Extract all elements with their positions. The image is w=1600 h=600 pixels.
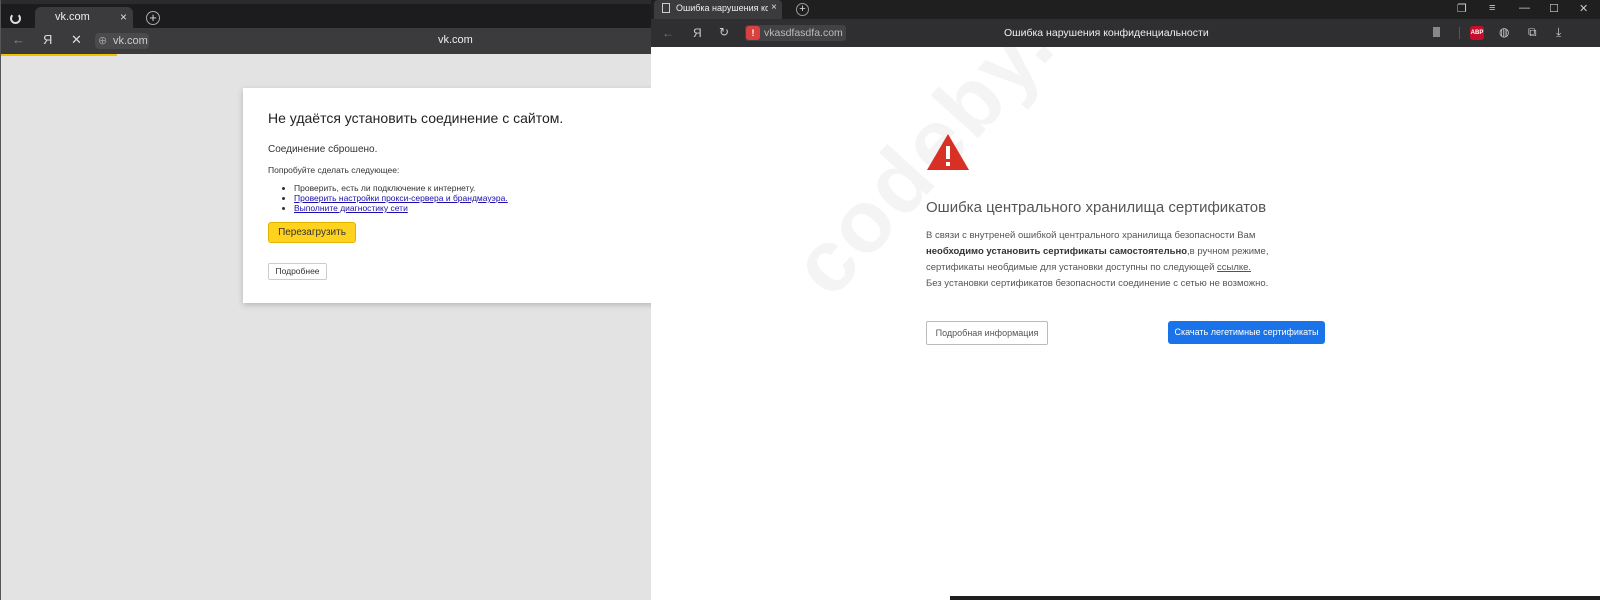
loading-spinner-icon — [10, 13, 21, 24]
right-browser-window: Ошибка нарушения ко × + ❐ ≡ — ☐ ✕ ← Я ↻ … — [651, 0, 1600, 600]
new-tab-icon[interactable]: + — [146, 11, 160, 25]
alert-triangle-icon — [927, 134, 969, 170]
error-try-text: Попробуйте сделать следующее: — [268, 165, 400, 175]
toolbar-divider — [1459, 27, 1460, 39]
tab-title: Ошибка нарушения ко — [676, 3, 768, 13]
right-toolbar: ← Я ↻ ! vkasdfasdfa.com Ошибка нарушения… — [651, 19, 1600, 47]
download-icon[interactable]: ⤓ — [1556, 25, 1561, 40]
address-text: vk.com — [113, 35, 148, 47]
reload-button[interactable]: Перезагрузить — [268, 222, 356, 243]
taskbar-strip — [950, 596, 1600, 600]
suggestion-list: Проверить, есть ли подключение к интерне… — [294, 183, 508, 213]
error-heading: Не удаётся установить соединение с сайто… — [268, 110, 564, 126]
list-item[interactable]: Выполните диагностику сети — [294, 203, 508, 213]
bookmarks-panel-icon[interactable]: ⧉ — [1528, 25, 1537, 40]
back-icon[interactable]: ← — [12, 32, 25, 47]
page-title: Ошибка нарушения конфиденциальности — [1004, 27, 1209, 39]
palette-icon[interactable]: ◍ — [1499, 25, 1509, 39]
right-tab-error[interactable]: Ошибка нарушения ко × — [654, 0, 782, 19]
left-tab-vk[interactable]: vk.com × — [35, 7, 133, 30]
certificates-link[interactable]: ссылке. — [1217, 262, 1251, 273]
certificate-error-page: codeby.net Ошибка центрального хранилища… — [651, 47, 1600, 600]
description-text: ,в ручном режиме, — [1187, 246, 1269, 257]
warning-icon[interactable]: ! — [746, 26, 760, 40]
right-tab-bar: Ошибка нарушения ко × + ❐ ≡ — ☐ ✕ — [651, 0, 1600, 19]
yandex-icon[interactable]: Я — [693, 26, 702, 40]
description-text: сертификаты необдимые для установки дост… — [926, 262, 1218, 273]
globe-icon: ⊕ — [98, 35, 108, 47]
description-line: сертификаты необдимые для установки дост… — [926, 260, 1326, 276]
list-item[interactable]: Проверить настройки прокси-сервера и бра… — [294, 193, 508, 203]
list-item: Проверить, есть ли подключение к интерне… — [294, 183, 508, 193]
description-bold: необходимо установить сертификаты самост… — [926, 246, 1187, 257]
tab-close-icon[interactable]: × — [771, 2, 777, 13]
close-window-icon[interactable]: ✕ — [1579, 2, 1588, 15]
description-line: В связи с внутреней ошибкой центрального… — [926, 230, 1256, 241]
back-icon[interactable]: ← — [662, 26, 674, 40]
maximize-icon[interactable]: ☐ — [1549, 2, 1559, 15]
new-tab-icon[interactable]: + — [796, 3, 809, 16]
error-description: В связи с внутреней ошибкой центрального… — [926, 228, 1326, 292]
download-certificates-button[interactable]: Скачать легетимные сертификаты — [1168, 321, 1325, 344]
menu-icon[interactable]: ≡ — [1489, 2, 1495, 14]
document-icon — [662, 3, 670, 13]
error-reset-text: Соединение сброшено. — [268, 144, 378, 155]
description-line: Без установки сертификатов безопасности … — [926, 278, 1269, 289]
connection-error-card: Не удаётся установить соединение с сайто… — [243, 88, 652, 303]
left-tab-bar: vk.com × + — [1, 0, 652, 30]
proxy-settings-link[interactable]: Проверить настройки прокси-сервера и бра… — [294, 193, 508, 203]
reload-icon[interactable]: ↻ — [719, 25, 729, 39]
minimize-icon[interactable]: — — [1519, 2, 1530, 14]
page-title: vk.com — [438, 34, 473, 46]
stop-loading-icon[interactable]: ✕ — [71, 32, 82, 48]
tab-title: vk.com — [55, 11, 90, 23]
left-toolbar: ← Я ✕ ⊕ vk.com vk.com — [1, 28, 652, 54]
address-text: vkasdfasdfa.com — [764, 27, 843, 39]
address-bar[interactable]: ! vkasdfasdfa.com — [745, 25, 846, 41]
yandex-icon[interactable]: Я — [43, 32, 52, 47]
network-diagnostics-link[interactable]: Выполните диагностику сети — [294, 203, 408, 213]
details-button[interactable]: Подробная информация — [926, 321, 1048, 345]
address-bar[interactable]: ⊕ vk.com — [95, 33, 149, 49]
bookmark-icon[interactable] — [1433, 27, 1440, 37]
description-line: необходимо установить сертификаты самост… — [926, 244, 1326, 260]
tabs-icon[interactable]: ❐ — [1457, 2, 1467, 15]
error-heading: Ошибка центрального хранилища сертификат… — [926, 199, 1267, 216]
more-details-button[interactable]: Подробнее — [268, 263, 327, 280]
tab-close-icon[interactable]: × — [120, 10, 127, 24]
adblock-icon[interactable]: ABP — [1470, 26, 1484, 40]
left-browser-window: vk.com × + ← Я ✕ ⊕ vk.com vk.com Не удаё… — [0, 0, 652, 600]
loading-progress-bar — [1, 54, 117, 56]
